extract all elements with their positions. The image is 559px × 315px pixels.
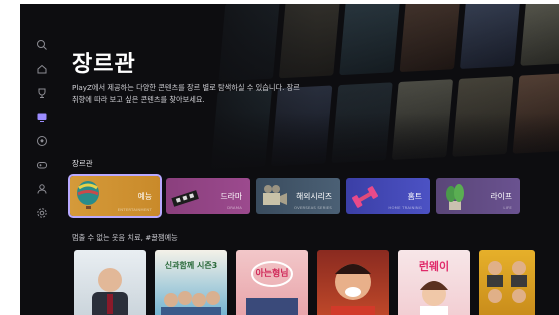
content-poster[interactable] [317, 250, 389, 315]
page-description: PlayZ에서 제공하는 다양한 콘텐츠를 장르 별로 탐색하실 수 있습니다.… [72, 83, 300, 104]
film-reel-icon [171, 190, 199, 207]
genre-list: 예능 ENTERTAINMENT 드라마 DRAMA 해외시리즈 OVERSEA… [68, 174, 520, 218]
genre-sublabel: HOME TRAINING [388, 205, 422, 210]
genre-label: 홈트 [407, 191, 422, 201]
tv-screen: 장르관 PlayZ에서 제공하는 다양한 콘텐츠를 장르 별로 탐색하실 수 있… [20, 4, 559, 315]
home-icon[interactable] [35, 62, 49, 76]
content-row: 신과함께 시즌3 아는형님 런웨이 [74, 250, 535, 315]
user-icon[interactable] [35, 182, 49, 196]
poster-art [246, 261, 298, 315]
search-icon[interactable] [35, 38, 49, 52]
genre-label: 라이프 [490, 191, 512, 201]
genre-card-home-training[interactable]: 홈트 HOME TRAINING [346, 178, 430, 214]
content-poster[interactable] [479, 250, 535, 315]
content-row-label: 멈출 수 없는 웃음 치료, #꿀잼예능 [72, 233, 178, 242]
gear-icon[interactable] [35, 206, 49, 220]
content-poster[interactable] [74, 250, 146, 315]
genre-card-drama[interactable]: 드라마 DRAMA [166, 178, 250, 214]
page-title: 장르관 [72, 52, 136, 77]
content-poster[interactable]: 아는형님 [236, 250, 308, 315]
football-icon[interactable] [35, 134, 49, 148]
genre-section-label: 장르관 [72, 159, 93, 168]
hot-air-balloon-icon [77, 181, 99, 209]
dumbbell-icon [351, 186, 379, 208]
poster-art [420, 281, 448, 315]
genre-label: 드라마 [220, 191, 242, 201]
genre-label: 예능 [137, 191, 152, 201]
genre-card-life[interactable]: 라이프 LIFE [436, 178, 520, 214]
poster-art [331, 264, 375, 315]
gamepad-icon[interactable] [35, 158, 49, 172]
poster-art [161, 291, 221, 315]
trophy-icon[interactable] [35, 86, 49, 100]
genre-sublabel: DRAMA [227, 205, 242, 210]
genre-sublabel: LIFE [503, 205, 512, 210]
genre-card-variety[interactable]: 예능 ENTERTAINMENT [68, 174, 162, 218]
genre-card-overseas-series[interactable]: 해외시리즈 OVERSEAS SERIES [256, 178, 340, 214]
tv-icon[interactable] [35, 110, 49, 124]
plant-icon [446, 184, 464, 210]
genre-sublabel: ENTERTAINMENT [117, 207, 152, 212]
poster-art [487, 261, 527, 303]
content-poster[interactable]: 런웨이 [398, 250, 470, 315]
sidebar-nav [32, 38, 52, 220]
poster-art [92, 268, 128, 315]
content-poster[interactable]: 신과함께 시즌3 [155, 250, 227, 315]
genre-label: 해외시리즈 [296, 191, 332, 201]
camera-icon [263, 185, 287, 205]
genre-sublabel: OVERSEAS SERIES [294, 205, 332, 210]
